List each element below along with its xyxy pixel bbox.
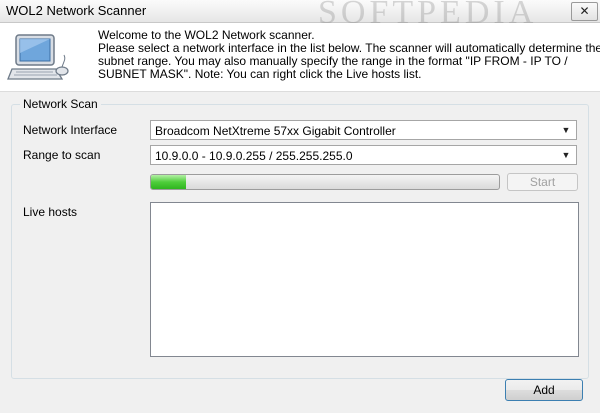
intro-text: Welcome to the WOL2 Network scanner. Ple… <box>98 29 600 81</box>
window-title: WOL2 Network Scanner <box>6 3 147 18</box>
close-button[interactable]: ✕ <box>571 2 598 21</box>
dropdown-arrow-icon: ▼ <box>561 150 571 160</box>
add-button[interactable]: Add <box>505 379 583 401</box>
range-label: Range to scan <box>23 148 101 162</box>
close-icon: ✕ <box>579 4 590 18</box>
computer-monitor-icon <box>7 34 69 80</box>
interface-label: Network Interface <box>23 123 118 137</box>
live-hosts-list[interactable] <box>150 202 579 357</box>
title-bar: WOL2 Network Scanner SOFTPEDIA ✕ <box>0 0 600 31</box>
live-hosts-label: Live hosts <box>23 205 78 219</box>
main-panel: Network Scan Network Interface Broadcom … <box>0 91 600 413</box>
progress-fill <box>151 175 186 189</box>
interface-dropdown[interactable]: Broadcom NetXtreme 57xx Gigabit Controll… <box>150 120 577 140</box>
scan-progress-bar <box>150 174 500 190</box>
dropdown-arrow-icon: ▼ <box>561 125 571 135</box>
header-panel: Welcome to the WOL2 Network scanner. Ple… <box>0 23 600 91</box>
range-dropdown[interactable]: 10.9.0.0 - 10.9.0.255 / 255.255.255.0 ▼ <box>150 145 577 165</box>
group-title: Network Scan <box>20 97 101 111</box>
start-button[interactable]: Start <box>507 173 578 191</box>
interface-value: Broadcom NetXtreme 57xx Gigabit Controll… <box>155 124 396 138</box>
range-value: 10.9.0.0 - 10.9.0.255 / 255.255.255.0 <box>155 149 353 163</box>
intro-line: SUBNET MASK". Note: You can right click … <box>98 67 422 81</box>
